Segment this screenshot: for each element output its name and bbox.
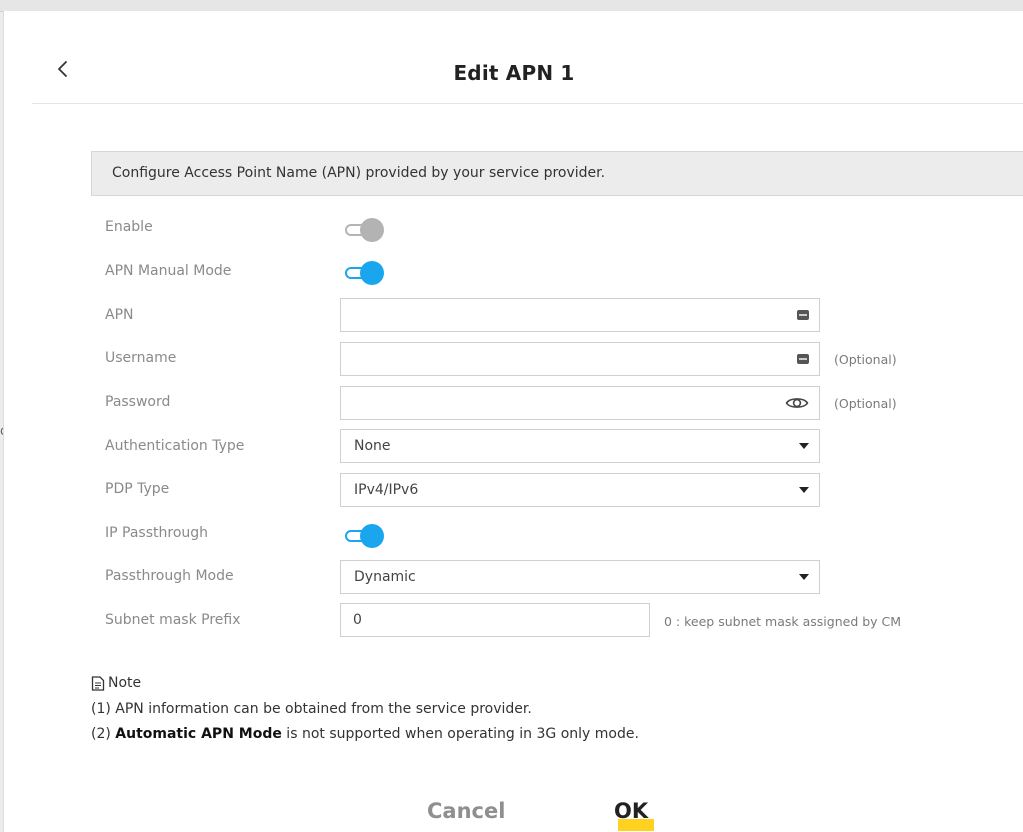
keyboard-icon xyxy=(797,310,809,320)
passthrough-mode-select[interactable]: Dynamic xyxy=(340,560,820,594)
subnet-mask-prefix-input[interactable] xyxy=(341,604,649,636)
pdp-type-label: PDP Type xyxy=(105,481,170,497)
note-line-2-suffix: is not supported when operating in 3G on… xyxy=(281,726,639,742)
keyboard-icon xyxy=(797,354,809,364)
note-line-2: (2) Automatic APN Mode is not supported … xyxy=(91,726,639,742)
caret-down-icon xyxy=(799,574,809,580)
password-optional-hint: (Optional) xyxy=(834,396,897,411)
info-banner: Configure Access Point Name (APN) provid… xyxy=(91,151,1023,196)
passthrough-mode-value: Dynamic xyxy=(354,569,416,585)
auth-type-value: None xyxy=(354,438,391,454)
subnet-mask-prefix-field[interactable] xyxy=(340,603,650,637)
note-heading: Note xyxy=(91,675,141,691)
enable-label: Enable xyxy=(105,219,153,235)
username-field[interactable] xyxy=(340,342,820,376)
pdp-type-select[interactable]: IPv4/IPv6 xyxy=(340,473,820,507)
note-line-2-bold: Automatic APN Mode xyxy=(115,726,282,742)
caret-down-icon xyxy=(799,487,809,493)
note-line-1: (1) APN information can be obtained from… xyxy=(91,701,532,717)
auth-type-label: Authentication Type xyxy=(105,438,245,454)
password-input[interactable] xyxy=(341,387,819,419)
ip-passthrough-toggle[interactable] xyxy=(344,524,386,548)
username-label: Username xyxy=(105,350,177,366)
apn-manual-mode-toggle[interactable] xyxy=(344,261,386,285)
username-optional-hint: (Optional) xyxy=(834,352,897,367)
passthrough-mode-label: Passthrough Mode xyxy=(105,568,234,584)
apn-input[interactable] xyxy=(341,299,819,331)
title-divider xyxy=(32,103,1023,104)
pdp-type-value: IPv4/IPv6 xyxy=(354,482,419,498)
apn-field[interactable] xyxy=(340,298,820,332)
caret-down-icon xyxy=(799,443,809,449)
eye-icon[interactable] xyxy=(785,395,809,411)
password-label: Password xyxy=(105,394,171,410)
note-line-2-prefix: (2) xyxy=(91,726,116,742)
cancel-button[interactable]: Cancel xyxy=(427,799,505,823)
edit-apn-panel: Edit APN 1 Configure Access Point Name (… xyxy=(3,11,1023,832)
subnet-mask-prefix-label: Subnet mask Prefix xyxy=(105,612,241,628)
enable-toggle[interactable] xyxy=(344,218,386,242)
note-title: Note xyxy=(108,675,142,691)
note-icon xyxy=(91,675,105,691)
auth-type-select[interactable]: None xyxy=(340,429,820,463)
subnet-mask-hint: 0 : keep subnet mask assigned by CM xyxy=(664,614,902,629)
ok-button[interactable]: OK xyxy=(614,799,648,823)
apn-manual-mode-label: APN Manual Mode xyxy=(105,263,232,279)
username-input[interactable] xyxy=(341,343,819,375)
page-title: Edit APN 1 xyxy=(453,61,575,85)
password-field[interactable] xyxy=(340,386,820,420)
apn-label: APN xyxy=(105,307,134,323)
ip-passthrough-label: IP Passthrough xyxy=(105,525,209,541)
